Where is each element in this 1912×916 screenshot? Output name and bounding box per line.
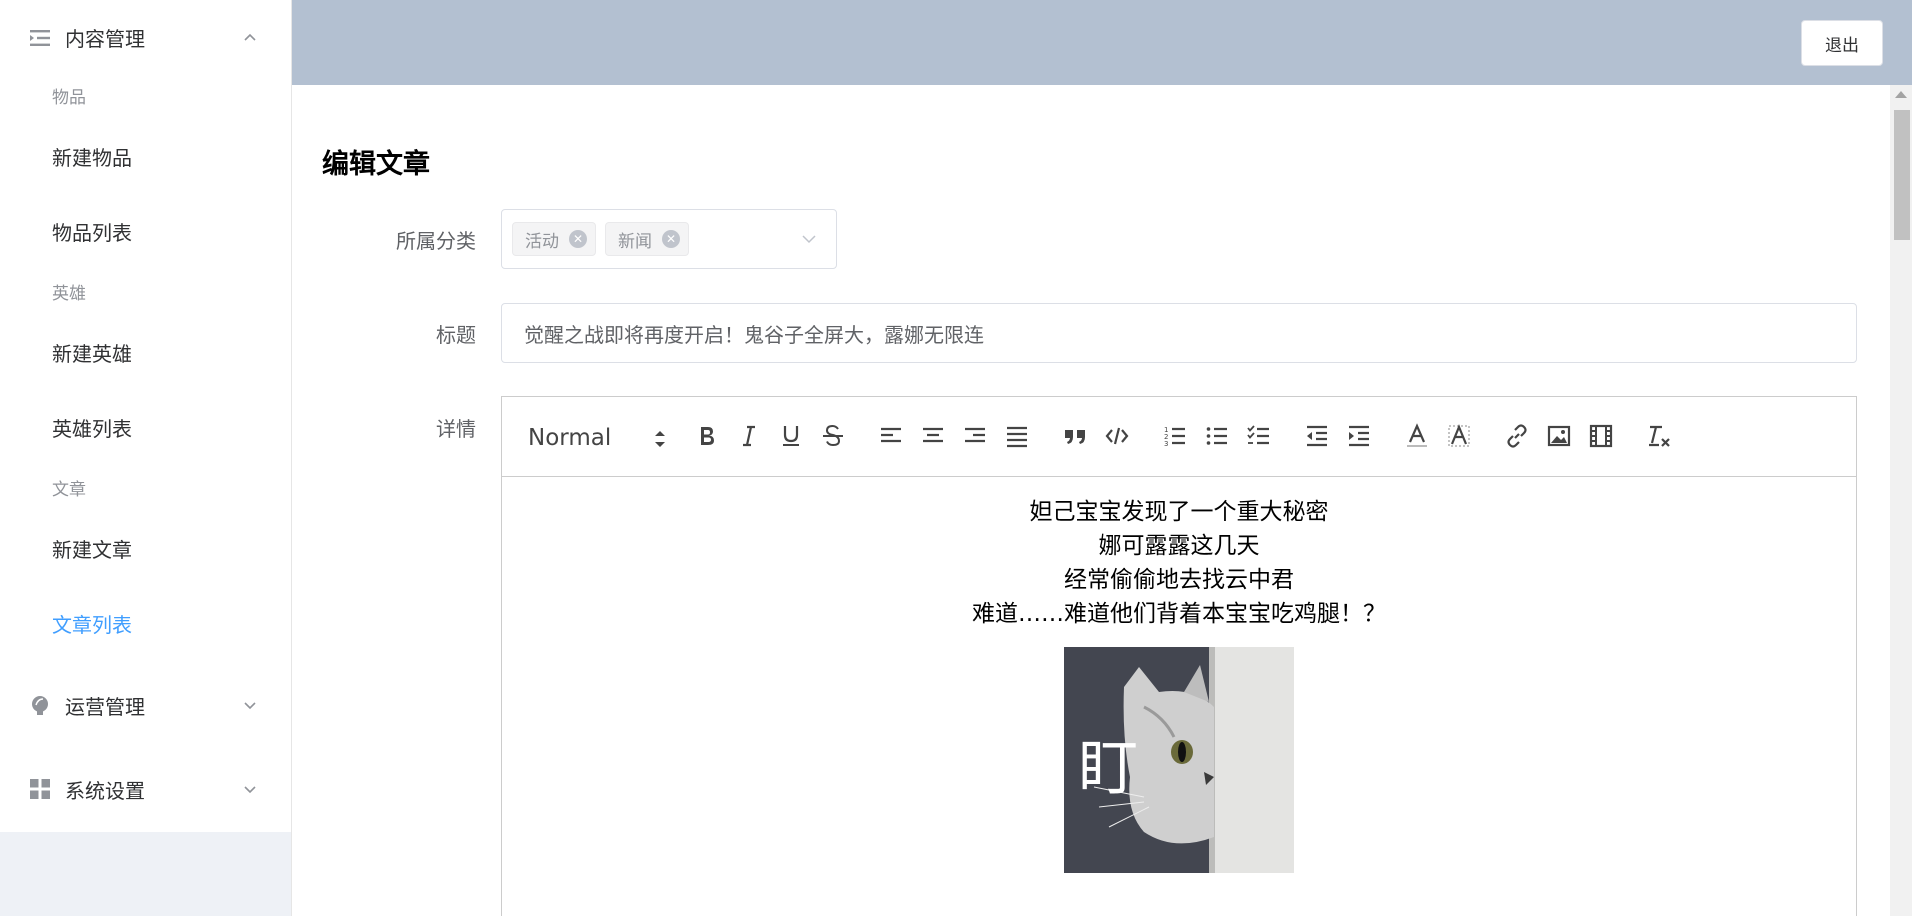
header-format-select[interactable]: Normal: [528, 425, 668, 457]
italic-icon[interactable]: [734, 421, 764, 451]
category-label: 所属分类: [396, 229, 476, 253]
editor-toolbar: Normal 123: [502, 397, 1856, 477]
clear-format-icon[interactable]: [1644, 421, 1674, 451]
code-block-icon[interactable]: [1102, 421, 1132, 451]
menu-item-new-article[interactable]: 新建文章: [0, 513, 291, 588]
indent-icon[interactable]: [1344, 421, 1374, 451]
logout-button[interactable]: 退出: [1801, 20, 1883, 66]
chevron-down-icon: [244, 702, 256, 710]
content-line: 难道……难道他们背着本宝宝吃鸡腿！？: [972, 601, 1386, 627]
background-color-icon[interactable]: [1444, 421, 1474, 451]
submenu-title: 运营管理: [65, 694, 145, 719]
text-color-icon[interactable]: [1402, 421, 1432, 451]
category-tag: 活动 ✕: [512, 222, 596, 256]
check-list-icon[interactable]: [1244, 421, 1274, 451]
group-label-heroes: 英雄: [52, 284, 86, 304]
chevron-down-icon[interactable]: [800, 230, 818, 248]
grid-icon: [29, 778, 51, 800]
list-indent-icon: [29, 27, 51, 49]
rich-text-editor: Normal 123 妲己宝宝发现了一个重大秘密 娜可露露这几天 经常偷偷地去找…: [501, 396, 1857, 916]
underline-icon[interactable]: [776, 421, 806, 451]
scroll-up-arrow-icon[interactable]: [1895, 91, 1907, 98]
tag-close-icon[interactable]: ✕: [662, 230, 680, 248]
align-right-icon[interactable]: [960, 421, 990, 451]
scroll-thumb[interactable]: [1894, 110, 1910, 240]
strike-icon[interactable]: [818, 421, 848, 451]
editor-content[interactable]: 妲己宝宝发现了一个重大秘密 娜可露露这几天 经常偷偷地去找云中君 难道……难道他…: [502, 477, 1856, 873]
title-label: 标题: [436, 323, 476, 347]
menu-item-new-item[interactable]: 新建物品: [0, 121, 291, 196]
title-input[interactable]: 觉醒之战即将再度开启！鬼谷子全屏大，露娜无限连: [501, 303, 1857, 363]
menu-item-hero-list[interactable]: 英雄列表: [0, 392, 291, 467]
content-line: 妲己宝宝发现了一个重大秘密: [1029, 499, 1329, 525]
image-caption: 盯: [1078, 734, 1138, 804]
content-line: 经常偷偷地去找云中君: [1064, 567, 1294, 593]
submenu-system-settings[interactable]: 系统设置: [0, 747, 291, 831]
vertical-scrollbar[interactable]: [1890, 85, 1912, 916]
sidebar-menu: 内容管理 物品 新建物品 物品列表 英雄 新建英雄 英雄列表 文章 新建文章 文…: [0, 0, 291, 832]
bullet-list-icon[interactable]: [1202, 421, 1232, 451]
category-select[interactable]: 活动 ✕ 新闻 ✕: [501, 209, 837, 269]
submenu-title: 内容管理: [65, 27, 145, 51]
tag-label: 新闻: [618, 231, 652, 252]
tag-close-icon[interactable]: ✕: [569, 230, 587, 248]
page-title: 编辑文章: [322, 149, 430, 180]
lightbulb-icon: [29, 694, 51, 716]
bold-icon[interactable]: [692, 421, 722, 451]
image-icon[interactable]: [1544, 421, 1574, 451]
ordered-list-icon[interactable]: 123: [1160, 421, 1190, 451]
blockquote-icon[interactable]: [1060, 421, 1090, 451]
group-label-items: 物品: [52, 88, 86, 108]
menu-item-article-list[interactable]: 文章列表: [0, 588, 291, 663]
content-line: 娜可露露这几天: [1098, 533, 1260, 559]
menu-item-item-list[interactable]: 物品列表: [0, 196, 291, 271]
category-tag: 新闻 ✕: [605, 222, 689, 256]
select-arrows-icon: [655, 431, 665, 447]
chevron-down-icon: [244, 786, 256, 794]
content-image-cat[interactable]: 盯: [1064, 647, 1294, 873]
submenu-title: 系统设置: [65, 778, 145, 803]
header-format-label: Normal: [528, 425, 612, 451]
main-content: 编辑文章 所属分类 活动 ✕ 新闻 ✕ 标题 觉醒之战即将再度开启！鬼谷子全屏大…: [292, 85, 1890, 916]
svg-text:3: 3: [1164, 440, 1168, 448]
submenu-operations-management[interactable]: 运营管理: [0, 663, 291, 747]
submenu-content-management[interactable]: 内容管理: [0, 0, 291, 75]
align-center-icon[interactable]: [918, 421, 948, 451]
video-icon[interactable]: [1586, 421, 1616, 451]
align-left-icon[interactable]: [876, 421, 906, 451]
top-header: 退出: [292, 0, 1912, 85]
outdent-icon[interactable]: [1302, 421, 1332, 451]
link-icon[interactable]: [1502, 421, 1532, 451]
align-justify-icon[interactable]: [1002, 421, 1032, 451]
sidebar: 内容管理 物品 新建物品 物品列表 英雄 新建英雄 英雄列表 文章 新建文章 文…: [0, 0, 292, 916]
chevron-up-icon: [244, 33, 256, 41]
details-label: 详情: [436, 417, 476, 441]
group-label-articles: 文章: [52, 480, 86, 500]
tag-label: 活动: [525, 231, 559, 252]
menu-item-new-hero[interactable]: 新建英雄: [0, 317, 291, 392]
